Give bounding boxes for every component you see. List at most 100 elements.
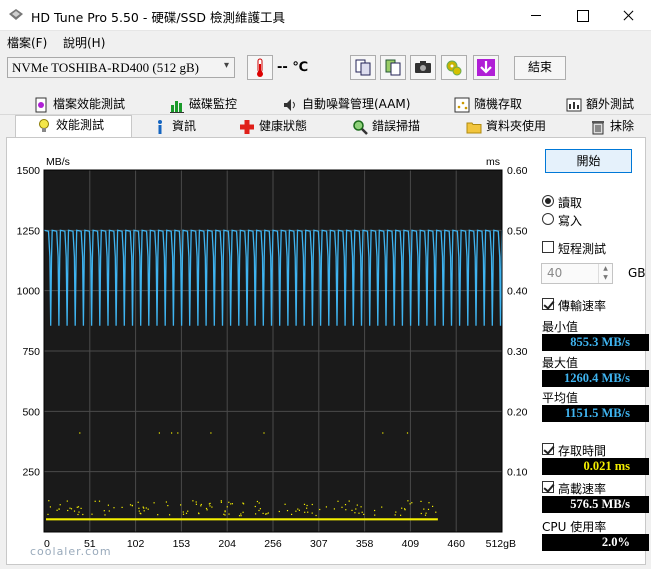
access-time-point (121, 506, 123, 508)
access-time-point (228, 501, 230, 503)
write-radio[interactable] (542, 213, 554, 225)
access-time-point (255, 513, 257, 515)
read-label: 讀取 (558, 196, 583, 210)
access-time-point (394, 514, 396, 516)
short-test-checkbox[interactable] (542, 241, 554, 253)
access-time-point (319, 508, 321, 511)
start-button[interactable]: 開始 (545, 149, 632, 173)
access-time-point (223, 513, 225, 515)
access-time-point (167, 505, 169, 507)
access-time-point (49, 506, 51, 508)
access-time-point (69, 507, 71, 509)
access-time-point (348, 500, 350, 502)
x-axis-tick: 512gB (486, 538, 516, 550)
access-time-point (259, 508, 261, 510)
right-axis-tick: 0.60 (507, 165, 528, 177)
access-time-checkbox[interactable] (542, 443, 554, 455)
access-time-point (48, 500, 50, 502)
x-axis-tick: 358 (356, 538, 374, 550)
access-time-point (303, 503, 306, 505)
access-time-point (138, 507, 140, 509)
access-time-point (254, 505, 256, 508)
access-time-point (177, 432, 179, 434)
access-time-point (103, 510, 105, 512)
access-time-point (210, 432, 212, 434)
access-time-point (211, 506, 213, 508)
x-axis-tick: 204 (218, 538, 236, 550)
min-label: 最小值 (542, 320, 579, 334)
access-time-point (195, 501, 197, 503)
access-time-point (137, 501, 139, 503)
access-time-point (98, 500, 101, 502)
right-axis-tick: 0.40 (507, 286, 528, 298)
access-time-point (307, 511, 309, 513)
access-time-point (258, 509, 260, 512)
x-axis-tick: 102 (127, 538, 145, 550)
right-axis-tick: 0.30 (507, 346, 528, 358)
access-time-point (240, 513, 242, 515)
access-time-point (420, 512, 422, 515)
access-time-point (138, 510, 140, 512)
burst-rate-checkbox[interactable] (542, 481, 554, 493)
access-time-point (427, 508, 430, 510)
access-time-point (171, 432, 173, 434)
access-time-point (228, 513, 230, 515)
access-time-point (256, 500, 258, 503)
access-time-point (195, 503, 197, 505)
access-time-point (258, 502, 260, 504)
access-time-point (185, 512, 188, 514)
access-time-point (297, 508, 299, 510)
access-time-point (358, 512, 360, 514)
transfer-rate-checkbox[interactable] (542, 298, 554, 310)
access-time-point (77, 506, 80, 508)
x-axis-tick: 409 (402, 538, 420, 550)
access-time-point (59, 504, 61, 506)
left-axis-tick: 750 (22, 346, 40, 358)
right-axis-tick: 0.10 (507, 467, 528, 479)
access-time-point (192, 500, 194, 502)
access-time-point (47, 513, 49, 515)
access-time-point (344, 504, 347, 506)
access-time-point (284, 503, 286, 505)
access-time-point (131, 505, 133, 507)
access-time-point (381, 506, 383, 508)
access-time-point (266, 513, 268, 515)
access-time-point (206, 509, 208, 511)
short-test-label: 短程測試 (558, 242, 607, 256)
access-time-point (145, 507, 147, 509)
access-time-point (104, 514, 106, 516)
spinner-arrows[interactable]: ▲ ▼ (598, 264, 612, 283)
access-time-point (113, 507, 115, 509)
access-time-point (238, 515, 241, 517)
access-time-point (428, 502, 430, 504)
access-time-point (263, 432, 265, 434)
right-axis-tick: 0.20 (507, 406, 528, 418)
access-time-point (129, 504, 132, 506)
avg-label: 平均值 (542, 391, 579, 405)
left-axis-tick: 1250 (17, 225, 41, 237)
access-time-point (395, 511, 397, 513)
access-time-point (56, 509, 58, 511)
access-time-point (363, 513, 365, 515)
transfer-rate-label: 傳輸速率 (558, 299, 607, 313)
max-value: 1260.4 MB/s (542, 370, 649, 387)
access-time-point (423, 508, 425, 510)
access-time-point (265, 513, 267, 515)
access-time-point (361, 511, 363, 513)
left-axis-unit: MB/s (46, 156, 70, 168)
access-time-point (337, 500, 339, 502)
access-time-point (374, 514, 376, 516)
right-axis-unit: ms (486, 156, 500, 168)
avg-value: 1151.5 MB/s (542, 405, 649, 422)
access-time-point (182, 513, 185, 515)
access-time-point (182, 511, 184, 513)
access-time-point (108, 510, 110, 512)
access-time-point (78, 511, 80, 513)
access-time-point (243, 503, 245, 505)
access-time-point (224, 514, 226, 516)
read-radio[interactable] (542, 195, 554, 207)
access-time-point (262, 512, 264, 514)
access-time-point (424, 514, 427, 516)
short-test-size-spinner[interactable]: 40 ▲ ▼ (541, 263, 613, 284)
access-time-point (351, 509, 353, 511)
